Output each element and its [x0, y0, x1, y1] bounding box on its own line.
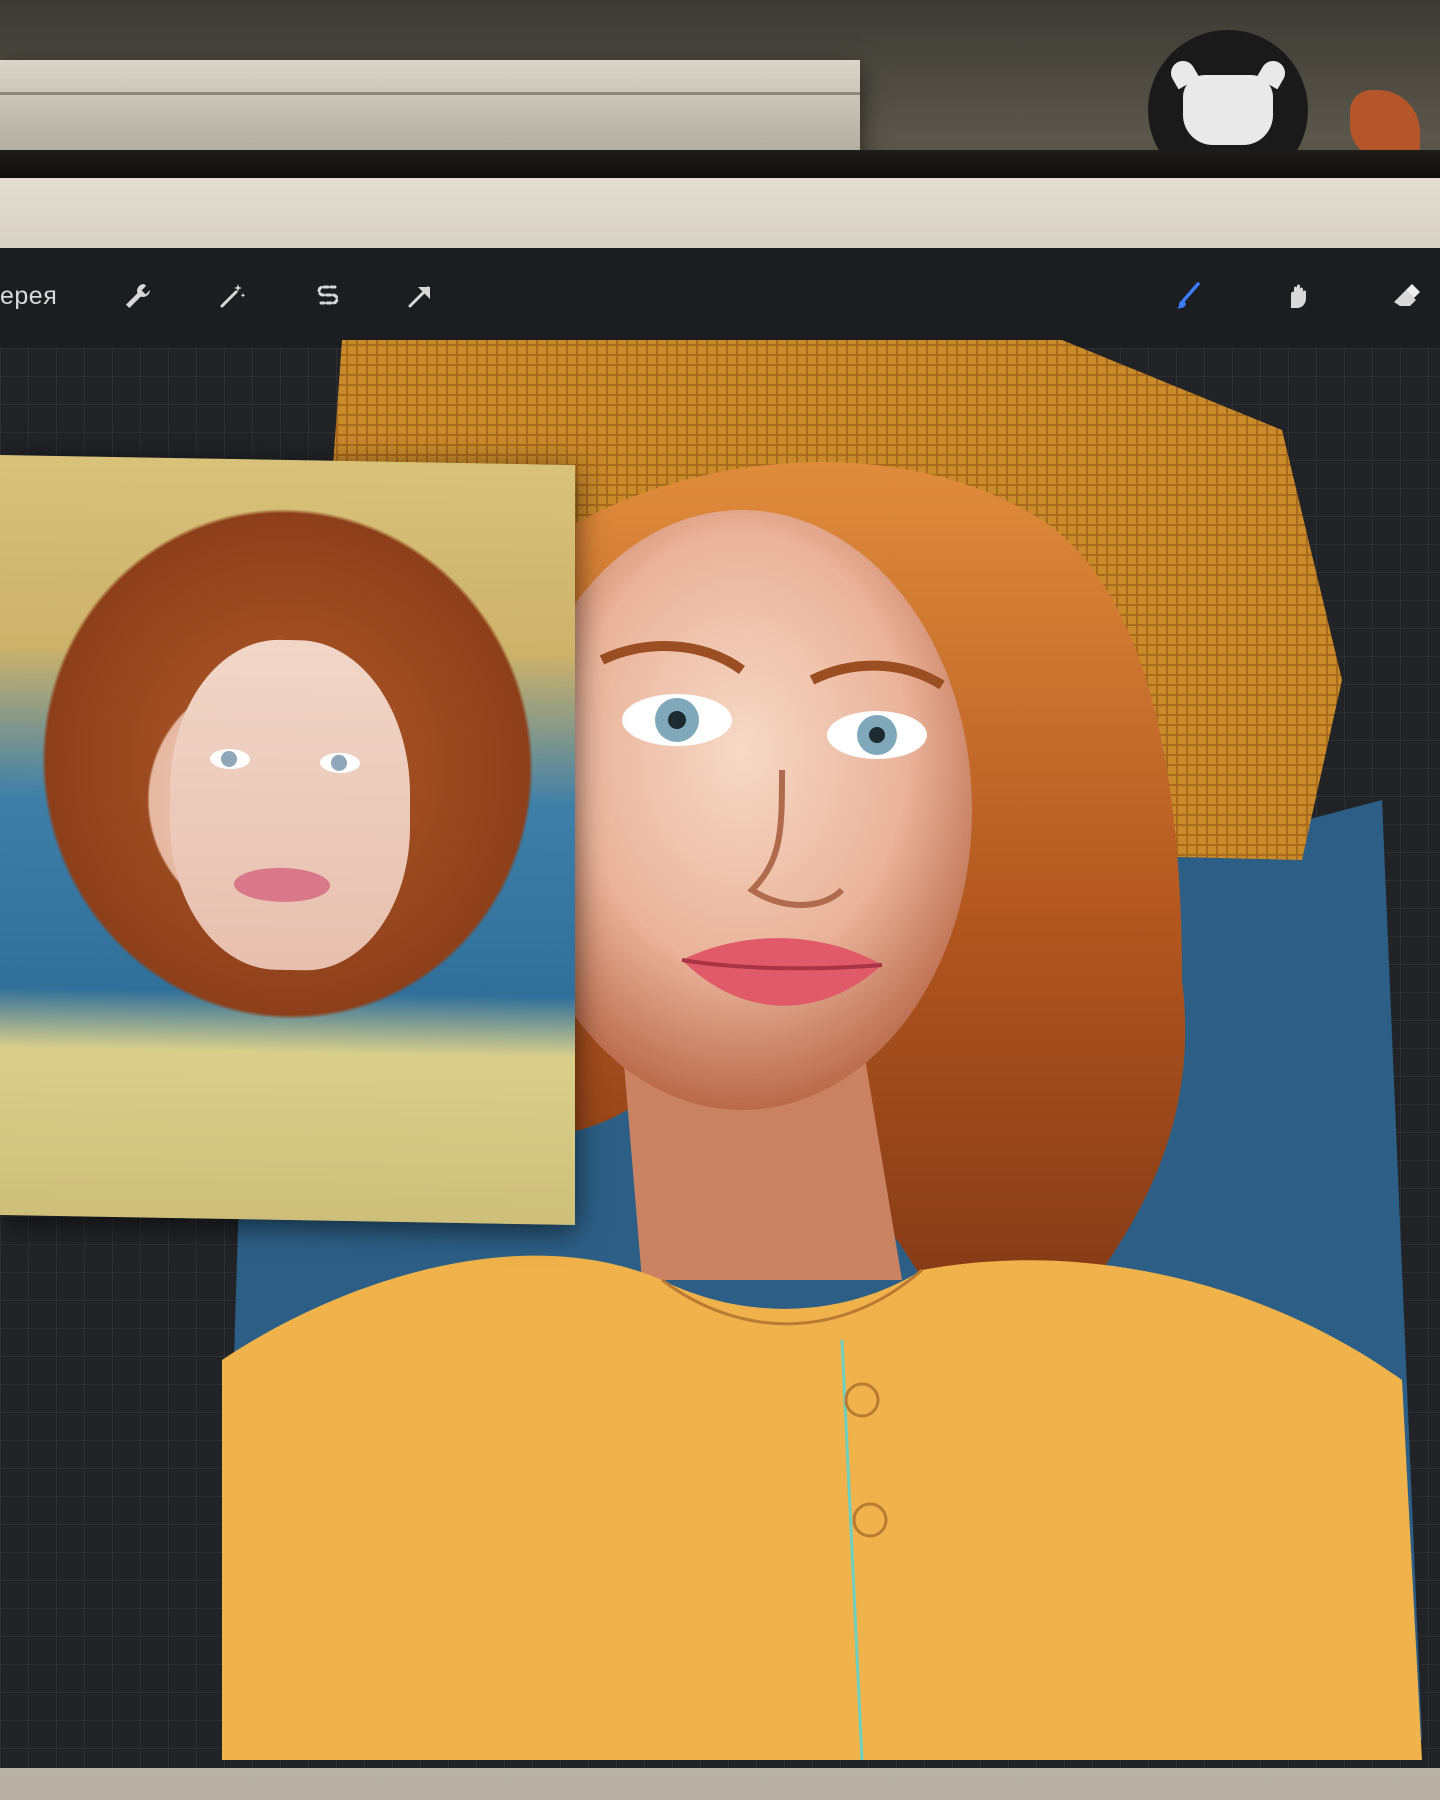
- arrow-icon[interactable]: [400, 276, 440, 316]
- shirt: [222, 1255, 1422, 1760]
- face: [512, 510, 972, 1110]
- toolbar: ерея: [0, 248, 1440, 348]
- shelf-board: [0, 150, 1440, 178]
- reference-photo[interactable]: [0, 454, 575, 1226]
- brush-icon[interactable]: [1168, 276, 1208, 316]
- magic-wand-icon[interactable]: [212, 276, 252, 316]
- selection-s-icon[interactable]: [308, 276, 348, 316]
- wrench-icon[interactable]: [118, 276, 158, 316]
- smudge-icon[interactable]: [1278, 276, 1318, 316]
- gallery-button[interactable]: ерея: [0, 282, 57, 311]
- reference-face: [170, 637, 410, 973]
- eraser-icon[interactable]: [1386, 276, 1426, 316]
